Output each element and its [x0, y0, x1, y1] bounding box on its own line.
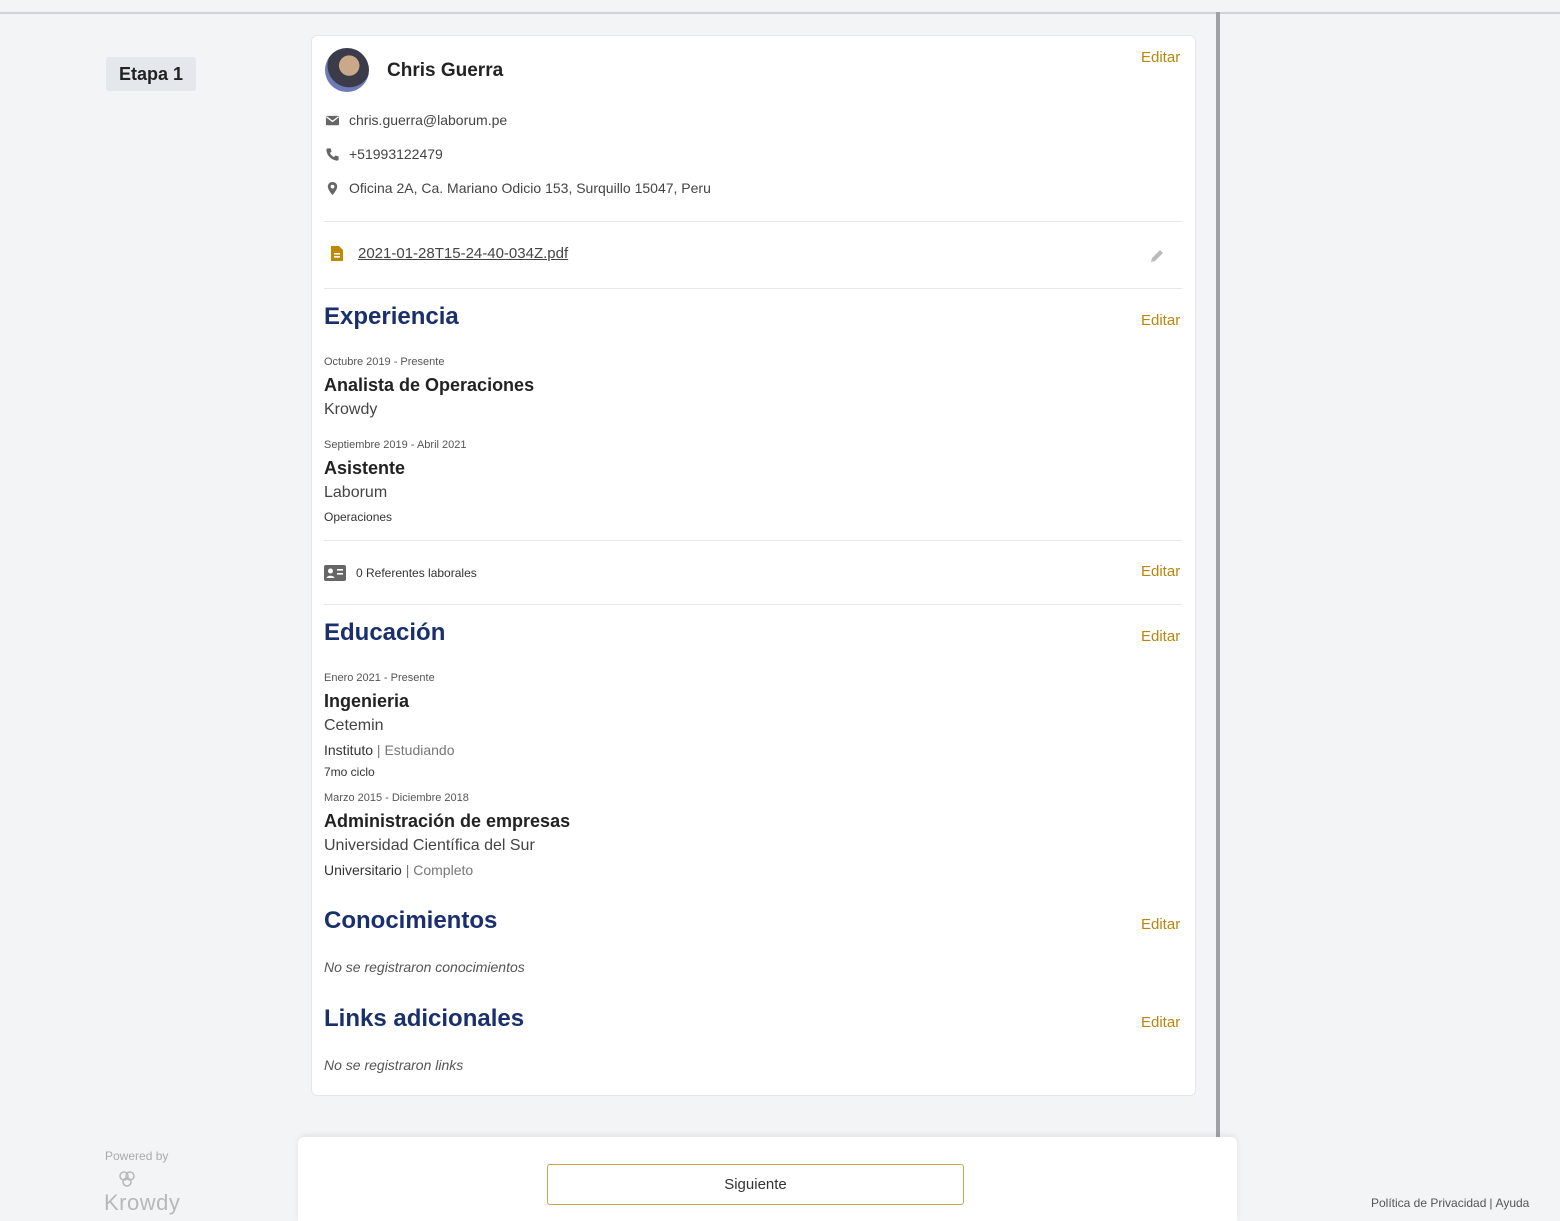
links-title: Links adicionales — [324, 1005, 525, 1032]
pdf-file-icon — [331, 246, 343, 261]
experience-role: Asistente — [324, 458, 406, 478]
divider — [324, 540, 1182, 541]
education-level-status: Instituto | Estudiando — [324, 742, 455, 758]
experience-role: Analista de Operaciones — [324, 375, 535, 395]
profile-card: Chris Guerra Editar chris.guerra@laborum… — [311, 35, 1196, 1096]
edit-profile-link[interactable]: Editar — [1141, 49, 1180, 66]
education-extra: 7mo ciclo — [324, 765, 375, 779]
education-status: Estudiando — [384, 742, 455, 758]
edit-references-link[interactable]: Editar — [1141, 563, 1180, 580]
separator: | — [376, 742, 381, 758]
next-button[interactable]: Siguiente — [547, 1164, 964, 1205]
experience-title: Experiencia — [324, 303, 459, 330]
separator: | — [405, 862, 410, 878]
education-level: Universitario — [324, 862, 402, 878]
links-empty-note: No se registraron links — [324, 1057, 464, 1073]
krowdy-logo-text: Krowdy — [104, 1190, 181, 1215]
krowdy-logo-icon — [119, 1171, 135, 1187]
edit-knowledge-link[interactable]: Editar — [1141, 916, 1180, 933]
phone-row: +51993122479 — [325, 146, 443, 162]
bottom-action-bar: Siguiente — [298, 1137, 1237, 1221]
education-institution: Cetemin — [324, 717, 384, 734]
cv-file-row: 2021-01-28T15-24-40-034Z.pdf — [330, 245, 568, 262]
divider — [324, 288, 1182, 289]
email-text: chris.guerra@laborum.pe — [349, 112, 508, 128]
edit-links-link[interactable]: Editar — [1141, 1014, 1180, 1031]
phone-text: +51993122479 — [349, 146, 443, 162]
edit-education-link[interactable]: Editar — [1141, 628, 1180, 645]
knowledge-empty-note: No se registraron conocimientos — [324, 959, 525, 975]
education-level-status: Universitario | Completo — [324, 862, 473, 878]
education-status: Completo — [413, 862, 474, 878]
contact-card-icon — [324, 565, 346, 581]
education-institution: Universidad Científica del Sur — [324, 837, 535, 854]
help-link[interactable]: Ayuda — [1496, 1196, 1530, 1210]
top-rule — [0, 12, 1560, 14]
profile-name: Chris Guerra — [387, 60, 504, 81]
cv-file-link[interactable]: 2021-01-28T15-24-40-034Z.pdf — [358, 245, 568, 262]
privacy-link[interactable]: Política de Privacidad — [1371, 1196, 1486, 1210]
panel-divider — [1216, 12, 1220, 1140]
phone-icon — [326, 147, 339, 161]
education-degree: Administración de empresas — [324, 811, 571, 831]
divider — [324, 221, 1182, 222]
email-row: chris.guerra@laborum.pe — [325, 112, 507, 128]
experience-company: Laborum — [324, 484, 388, 501]
edit-experience-link[interactable]: Editar — [1141, 312, 1180, 329]
references-row: 0 Referentes laborales — [324, 565, 477, 581]
avatar — [325, 48, 369, 92]
location-pin-icon — [327, 181, 338, 195]
pencil-icon[interactable] — [1148, 247, 1166, 265]
powered-by-label: Powered by — [105, 1149, 169, 1163]
education-level: Instituto — [324, 742, 374, 758]
experience-company: Krowdy — [324, 401, 378, 418]
stage-badge: Etapa 1 — [106, 57, 196, 91]
education-dates: Enero 2021 - Presente — [324, 672, 435, 684]
experience-area: Operaciones — [324, 510, 393, 524]
mail-icon — [325, 115, 340, 125]
knowledge-title: Conocimientos — [324, 907, 498, 934]
footer-links: Política de Privacidad | Ayuda — [1371, 1196, 1529, 1210]
address-row: Oficina 2A, Ca. Mariano Odicio 153, Surq… — [325, 180, 711, 196]
references-count: 0 Referentes laborales — [356, 566, 477, 580]
experience-dates: Octubre 2019 - Presente — [324, 356, 445, 368]
address-text: Oficina 2A, Ca. Mariano Odicio 153, Surq… — [349, 180, 711, 196]
education-degree: Ingenieria — [324, 691, 410, 711]
separator: | — [1489, 1196, 1493, 1210]
education-dates: Marzo 2015 - Diciembre 2018 — [324, 792, 469, 804]
education-title: Educación — [324, 619, 446, 646]
experience-dates: Septiembre 2019 - Abril 2021 — [324, 439, 467, 451]
divider — [324, 604, 1182, 605]
